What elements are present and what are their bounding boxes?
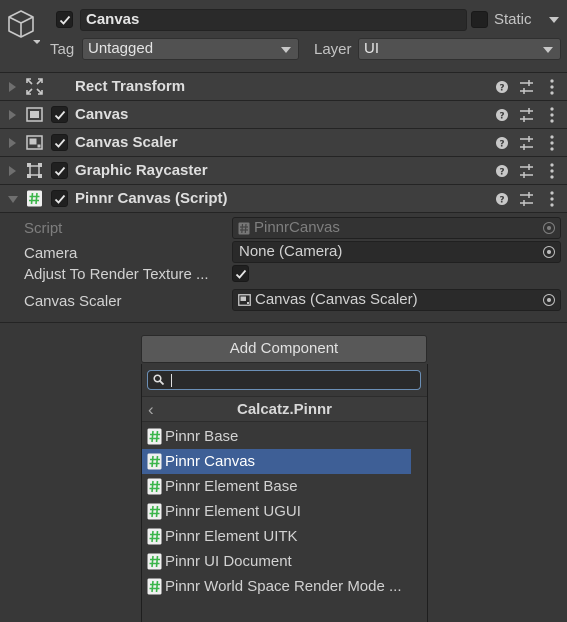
adjust-render-texture-checkbox[interactable]	[232, 265, 249, 282]
component-list-item[interactable]: Pinnr Base	[142, 424, 411, 449]
svg-text:?: ?	[499, 84, 504, 94]
canvas-scaler-value: Canvas (Canvas Scaler)	[255, 291, 418, 308]
svg-text:?: ?	[499, 168, 504, 178]
active-checkbox[interactable]	[56, 11, 73, 28]
canvas-scaler-label: Canvas Scaler	[24, 293, 122, 310]
component-title: Canvas	[75, 106, 129, 123]
component-pinnr-canvas-script[interactable]: Pinnr Canvas (Script) ?	[0, 184, 567, 212]
script-icon	[147, 578, 162, 595]
component-list-item[interactable]: Pinnr World Space Render Mode ...	[142, 574, 411, 599]
tag-label: Tag	[50, 41, 75, 58]
component-toolbar: ?	[494, 134, 560, 152]
tag-value: Untagged	[88, 40, 154, 57]
canvas-scaler-field[interactable]: Canvas (Canvas Scaler)	[232, 289, 561, 311]
script-icon	[147, 528, 162, 545]
foldout-arrow-icon[interactable]	[9, 138, 16, 148]
enabled-checkbox[interactable]	[51, 106, 68, 123]
rect-transform-icon	[26, 78, 43, 95]
tag-dropdown[interactable]: Untagged	[82, 38, 299, 60]
object-picker-icon	[543, 222, 555, 234]
object-picker-icon[interactable]	[543, 246, 555, 258]
script-icon	[26, 190, 43, 207]
chevron-down-icon	[543, 47, 553, 53]
camera-label: Camera	[24, 245, 78, 262]
add-component-button[interactable]: Add Component	[141, 335, 427, 363]
component-list-item-label: Pinnr UI Document	[165, 553, 292, 570]
component-title: Graphic Raycaster	[75, 162, 208, 179]
component-canvas-scaler[interactable]: Canvas Scaler ?	[0, 128, 567, 156]
svg-text:?: ?	[499, 112, 504, 122]
component-rect-transform[interactable]: Rect Transform ?	[0, 72, 567, 100]
foldout-arrow-icon[interactable]	[9, 166, 16, 176]
object-name-field[interactable]: Canvas	[80, 9, 467, 31]
canvas-scaler-icon	[238, 294, 251, 306]
component-canvas[interactable]: Canvas ?	[0, 100, 567, 128]
component-list-item-label: Pinnr Element Base	[165, 478, 298, 495]
component-list-item[interactable]: Pinnr Element Base	[142, 474, 411, 499]
camera-value: None (Camera)	[239, 243, 343, 260]
layer-dropdown[interactable]: UI	[358, 38, 561, 60]
component-list-item[interactable]: Pinnr Canvas	[142, 449, 411, 474]
component-list-item-label: Pinnr Element UITK	[165, 528, 298, 545]
static-checkbox[interactable]	[471, 11, 488, 28]
adjust-render-texture-label: Adjust To Render Texture ...	[24, 266, 209, 283]
component-list-item-label: Pinnr World Space Render Mode ...	[165, 578, 402, 595]
script-icon	[147, 553, 162, 570]
static-dropdown-icon[interactable]	[549, 17, 559, 23]
component-title: Pinnr Canvas (Script)	[75, 190, 228, 207]
script-file-icon	[238, 222, 250, 235]
component-list-item[interactable]: Pinnr UI Document	[142, 549, 411, 574]
enabled-checkbox[interactable]	[51, 134, 68, 151]
script-icon	[147, 428, 162, 445]
foldout-arrow-icon[interactable]	[9, 82, 16, 92]
script-field: PinnrCanvas	[232, 217, 561, 239]
object-picker-icon[interactable]	[543, 294, 555, 306]
layer-value: UI	[364, 40, 379, 57]
component-search-input[interactable]	[147, 370, 421, 390]
gameobject-cube-icon[interactable]	[6, 8, 41, 44]
foldout-arrow-icon[interactable]	[8, 196, 18, 203]
component-toolbar: ?	[494, 162, 560, 180]
canvas-icon	[26, 106, 43, 123]
enabled-checkbox[interactable]	[51, 190, 68, 207]
script-label: Script	[24, 220, 63, 237]
component-list-item[interactable]: Pinnr Element UGUI	[142, 499, 411, 524]
svg-text:?: ?	[499, 140, 504, 150]
text-caret	[171, 374, 172, 387]
script-icon	[147, 503, 162, 520]
component-list-item-label: Pinnr Base	[165, 428, 239, 445]
component-list-item[interactable]: Pinnr Element UITK	[142, 524, 411, 549]
svg-text:?: ?	[499, 196, 504, 206]
script-icon	[147, 478, 162, 495]
script-icon	[147, 453, 162, 470]
component-list-item-label: Pinnr Canvas	[165, 453, 256, 470]
component-title: Rect Transform	[75, 78, 186, 95]
add-component-popup: ‹ Calcatz.Pinnr Pinnr Base Pinnr Canvas Pi…	[141, 364, 428, 622]
camera-field[interactable]: None (Camera)	[232, 241, 561, 263]
graphic-raycaster-icon	[26, 162, 43, 179]
component-toolbar: ?	[494, 78, 560, 96]
component-graphic-raycaster[interactable]: Graphic Raycaster ?	[0, 156, 567, 184]
search-icon	[153, 374, 165, 386]
layer-label: Layer	[314, 41, 352, 58]
script-value: PinnrCanvas	[254, 219, 340, 236]
component-title: Canvas Scaler	[75, 134, 178, 151]
enabled-checkbox[interactable]	[51, 162, 68, 179]
category-header: ‹ Calcatz.Pinnr	[142, 396, 427, 422]
component-list-item-label: Pinnr Element UGUI	[165, 503, 301, 520]
category-title: Calcatz.Pinnr	[236, 401, 333, 418]
component-toolbar: ?	[494, 190, 560, 208]
static-label: Static	[494, 11, 532, 28]
foldout-arrow-icon[interactable]	[9, 110, 16, 120]
inspector-header: Canvas Static Tag Untagged Layer UI	[0, 0, 567, 72]
component-toolbar: ?	[494, 106, 560, 124]
canvas-scaler-icon	[26, 134, 43, 151]
chevron-down-icon	[281, 47, 291, 53]
